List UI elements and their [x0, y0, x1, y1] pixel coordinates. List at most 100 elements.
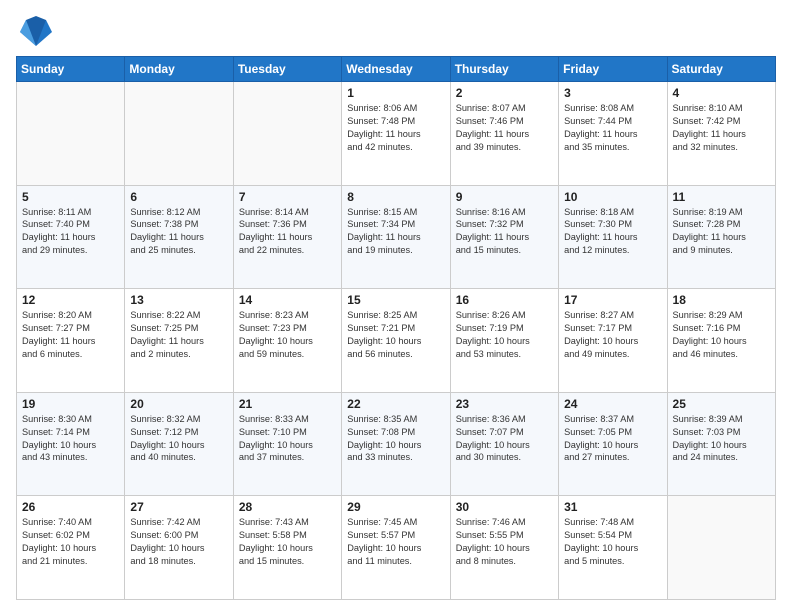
week-row-2: 5Sunrise: 8:11 AM Sunset: 7:40 PM Daylig…	[17, 185, 776, 289]
calendar-cell: 27 Sunrise: 7:42 AM Sunset: 6:00 PM Dayli…	[125, 496, 233, 600]
day-number: 3	[564, 86, 661, 100]
day-info: Sunrise: 8:23 AM Sunset: 7:23 PM Dayligh…	[239, 309, 336, 361]
week-row-1: 1 Sunrise: 8:06 AM Sunset: 7:48 PM Daylig…	[17, 82, 776, 186]
calendar-table: Sunday Monday Tuesday Wednesday Thursday…	[16, 56, 776, 600]
calendar-cell: 20 Sunrise: 8:32 AM Sunset: 7:12 PM Dayli…	[125, 392, 233, 496]
calendar-cell	[125, 82, 233, 186]
day-info: Sunrise: 8:06 AM Sunset: 7:48 PM Dayligh…	[347, 102, 444, 154]
calendar-cell: 13 Sunrise: 8:22 AM Sunset: 7:25 PM Dayli…	[125, 289, 233, 393]
day-info: Sunrise: 7:40 AM Sunset: 6:02 PM Dayligh…	[22, 516, 119, 568]
day-info: Sunrise: 8:25 AM Sunset: 7:21 PM Dayligh…	[347, 309, 444, 361]
header-monday: Monday	[125, 57, 233, 82]
day-number: 22	[347, 397, 444, 411]
calendar-cell: 25 Sunrise: 8:39 AM Sunset: 7:03 PM Dayli…	[667, 392, 775, 496]
calendar-cell	[17, 82, 125, 186]
day-info: Sunrise: 8:14 AM Sunset: 7:36 PM Dayligh…	[239, 206, 336, 258]
day-info: Sunrise: 8:07 AM Sunset: 7:46 PM Dayligh…	[456, 102, 553, 154]
calendar-cell: 5Sunrise: 8:11 AM Sunset: 7:40 PM Daylig…	[17, 185, 125, 289]
day-info: Sunrise: 8:26 AM Sunset: 7:19 PM Dayligh…	[456, 309, 553, 361]
day-number: 15	[347, 293, 444, 307]
calendar-cell: 11Sunrise: 8:19 AM Sunset: 7:28 PM Dayli…	[667, 185, 775, 289]
day-number: 10	[564, 190, 661, 204]
calendar-cell: 26 Sunrise: 7:40 AM Sunset: 6:02 PM Dayli…	[17, 496, 125, 600]
calendar-cell: 28 Sunrise: 7:43 AM Sunset: 5:58 PM Dayli…	[233, 496, 341, 600]
day-info: Sunrise: 8:22 AM Sunset: 7:25 PM Dayligh…	[130, 309, 227, 361]
calendar-cell: 16 Sunrise: 8:26 AM Sunset: 7:19 PM Dayli…	[450, 289, 558, 393]
day-number: 28	[239, 500, 336, 514]
day-info: Sunrise: 8:27 AM Sunset: 7:17 PM Dayligh…	[564, 309, 661, 361]
day-info: Sunrise: 8:39 AM Sunset: 7:03 PM Dayligh…	[673, 413, 770, 465]
calendar-cell: 9 Sunrise: 8:16 AM Sunset: 7:32 PM Daylig…	[450, 185, 558, 289]
page: Sunday Monday Tuesday Wednesday Thursday…	[0, 0, 792, 612]
calendar-cell: 3 Sunrise: 8:08 AM Sunset: 7:44 PM Daylig…	[559, 82, 667, 186]
day-number: 23	[456, 397, 553, 411]
day-number: 21	[239, 397, 336, 411]
calendar-cell: 2 Sunrise: 8:07 AM Sunset: 7:46 PM Daylig…	[450, 82, 558, 186]
week-row-3: 12 Sunrise: 8:20 AM Sunset: 7:27 PM Dayli…	[17, 289, 776, 393]
day-number: 17	[564, 293, 661, 307]
calendar-cell: 23 Sunrise: 8:36 AM Sunset: 7:07 PM Dayli…	[450, 392, 558, 496]
day-number: 27	[130, 500, 227, 514]
header-wednesday: Wednesday	[342, 57, 450, 82]
day-number: 1	[347, 86, 444, 100]
weekday-header-row: Sunday Monday Tuesday Wednesday Thursday…	[17, 57, 776, 82]
calendar-cell: 21Sunrise: 8:33 AM Sunset: 7:10 PM Dayli…	[233, 392, 341, 496]
calendar-cell: 22 Sunrise: 8:35 AM Sunset: 7:08 PM Dayli…	[342, 392, 450, 496]
calendar-cell: 29 Sunrise: 7:45 AM Sunset: 5:57 PM Dayli…	[342, 496, 450, 600]
day-number: 8	[347, 190, 444, 204]
day-info: Sunrise: 8:10 AM Sunset: 7:42 PM Dayligh…	[673, 102, 770, 154]
day-number: 12	[22, 293, 119, 307]
header-saturday: Saturday	[667, 57, 775, 82]
week-row-5: 26 Sunrise: 7:40 AM Sunset: 6:02 PM Dayli…	[17, 496, 776, 600]
calendar-cell: 30 Sunrise: 7:46 AM Sunset: 5:55 PM Dayli…	[450, 496, 558, 600]
header	[16, 12, 776, 48]
day-number: 30	[456, 500, 553, 514]
day-info: Sunrise: 8:08 AM Sunset: 7:44 PM Dayligh…	[564, 102, 661, 154]
calendar-cell: 10Sunrise: 8:18 AM Sunset: 7:30 PM Dayli…	[559, 185, 667, 289]
calendar-cell	[667, 496, 775, 600]
calendar-cell: 8 Sunrise: 8:15 AM Sunset: 7:34 PM Daylig…	[342, 185, 450, 289]
day-info: Sunrise: 8:30 AM Sunset: 7:14 PM Dayligh…	[22, 413, 119, 465]
calendar-cell: 7Sunrise: 8:14 AM Sunset: 7:36 PM Daylig…	[233, 185, 341, 289]
calendar-cell: 14Sunrise: 8:23 AM Sunset: 7:23 PM Dayli…	[233, 289, 341, 393]
calendar-cell: 24Sunrise: 8:37 AM Sunset: 7:05 PM Dayli…	[559, 392, 667, 496]
day-info: Sunrise: 8:36 AM Sunset: 7:07 PM Dayligh…	[456, 413, 553, 465]
day-number: 4	[673, 86, 770, 100]
day-number: 29	[347, 500, 444, 514]
week-row-4: 19 Sunrise: 8:30 AM Sunset: 7:14 PM Dayli…	[17, 392, 776, 496]
day-number: 16	[456, 293, 553, 307]
day-info: Sunrise: 8:15 AM Sunset: 7:34 PM Dayligh…	[347, 206, 444, 258]
day-number: 11	[673, 190, 770, 204]
day-info: Sunrise: 8:37 AM Sunset: 7:05 PM Dayligh…	[564, 413, 661, 465]
header-sunday: Sunday	[17, 57, 125, 82]
day-number: 2	[456, 86, 553, 100]
day-info: Sunrise: 7:48 AM Sunset: 5:54 PM Dayligh…	[564, 516, 661, 568]
day-info: Sunrise: 8:35 AM Sunset: 7:08 PM Dayligh…	[347, 413, 444, 465]
day-info: Sunrise: 8:32 AM Sunset: 7:12 PM Dayligh…	[130, 413, 227, 465]
day-info: Sunrise: 8:12 AM Sunset: 7:38 PM Dayligh…	[130, 206, 227, 258]
day-info: Sunrise: 7:43 AM Sunset: 5:58 PM Dayligh…	[239, 516, 336, 568]
logo-icon	[20, 12, 52, 48]
day-info: Sunrise: 8:29 AM Sunset: 7:16 PM Dayligh…	[673, 309, 770, 361]
header-friday: Friday	[559, 57, 667, 82]
calendar-cell: 4 Sunrise: 8:10 AM Sunset: 7:42 PM Daylig…	[667, 82, 775, 186]
calendar-cell	[233, 82, 341, 186]
day-info: Sunrise: 7:45 AM Sunset: 5:57 PM Dayligh…	[347, 516, 444, 568]
calendar-cell: 12 Sunrise: 8:20 AM Sunset: 7:27 PM Dayli…	[17, 289, 125, 393]
day-number: 9	[456, 190, 553, 204]
day-number: 20	[130, 397, 227, 411]
day-info: Sunrise: 8:11 AM Sunset: 7:40 PM Dayligh…	[22, 206, 119, 258]
day-number: 26	[22, 500, 119, 514]
day-number: 13	[130, 293, 227, 307]
calendar-cell: 31Sunrise: 7:48 AM Sunset: 5:54 PM Dayli…	[559, 496, 667, 600]
calendar-cell: 6Sunrise: 8:12 AM Sunset: 7:38 PM Daylig…	[125, 185, 233, 289]
day-number: 19	[22, 397, 119, 411]
day-number: 25	[673, 397, 770, 411]
calendar-cell: 17 Sunrise: 8:27 AM Sunset: 7:17 PM Dayli…	[559, 289, 667, 393]
day-info: Sunrise: 7:46 AM Sunset: 5:55 PM Dayligh…	[456, 516, 553, 568]
day-info: Sunrise: 7:42 AM Sunset: 6:00 PM Dayligh…	[130, 516, 227, 568]
day-info: Sunrise: 8:16 AM Sunset: 7:32 PM Dayligh…	[456, 206, 553, 258]
day-info: Sunrise: 8:20 AM Sunset: 7:27 PM Dayligh…	[22, 309, 119, 361]
day-number: 18	[673, 293, 770, 307]
header-thursday: Thursday	[450, 57, 558, 82]
